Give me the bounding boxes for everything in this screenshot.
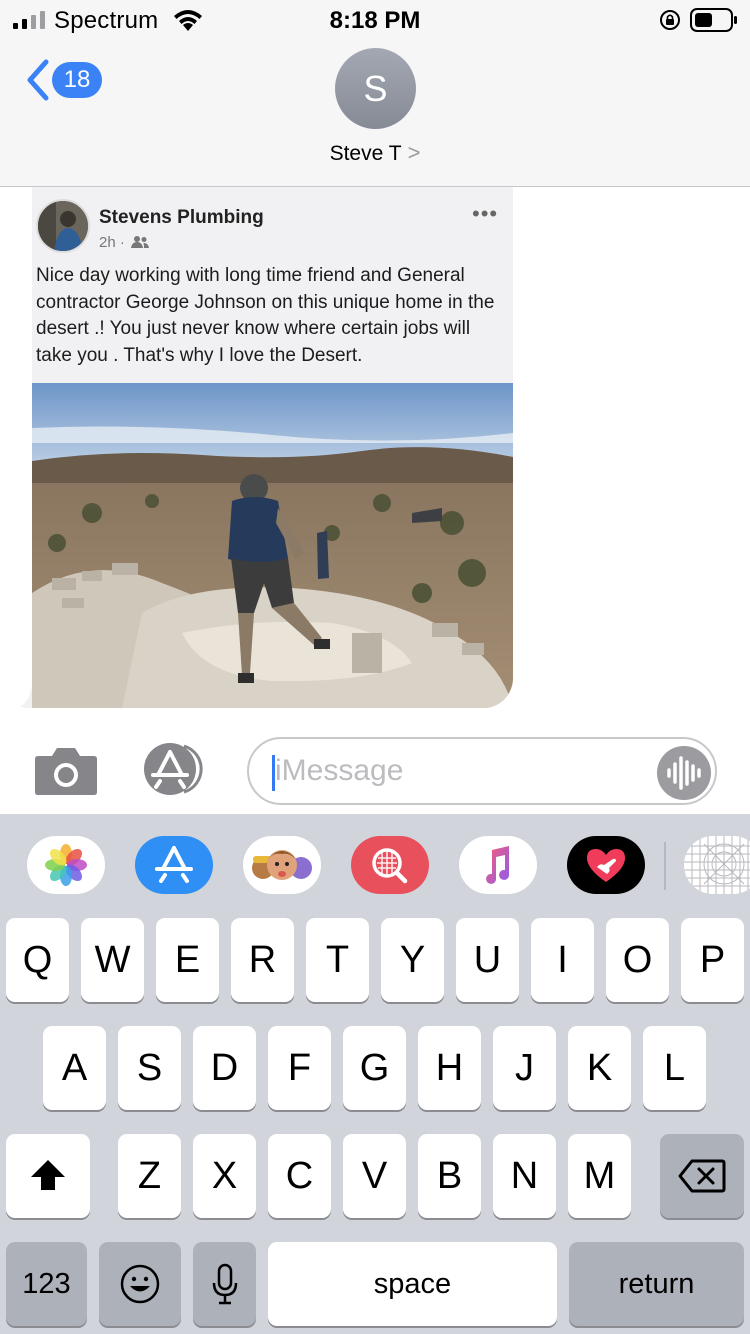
chevron-right-icon: > — [407, 140, 421, 165]
key-k[interactable]: K — [568, 1026, 631, 1110]
key-e[interactable]: E — [156, 918, 219, 1002]
return-key[interactable]: return — [569, 1242, 744, 1326]
emoji-key[interactable] — [99, 1242, 181, 1326]
compose-bar: iMessage — [0, 720, 750, 814]
key-l[interactable]: L — [643, 1026, 706, 1110]
camera-icon[interactable] — [34, 746, 98, 796]
post-photo[interactable] — [32, 383, 513, 708]
dictation-key[interactable] — [193, 1242, 256, 1326]
chevron-left-icon — [27, 59, 49, 101]
post-time: 2h · — [99, 234, 125, 251]
memoji-app-icon[interactable] — [243, 836, 321, 894]
key-c[interactable]: C — [268, 1134, 331, 1218]
backspace-icon — [678, 1159, 726, 1193]
shift-arrow-icon — [31, 1160, 65, 1190]
key-j[interactable]: J — [493, 1026, 556, 1110]
digital-touch-app-icon[interactable] — [567, 836, 645, 894]
author-photo — [38, 201, 88, 251]
key-q[interactable]: Q — [6, 918, 69, 1002]
key-u[interactable]: U — [456, 918, 519, 1002]
audio-record-button[interactable] — [657, 746, 711, 800]
app-store-app-icon[interactable] — [135, 836, 213, 894]
key-r[interactable]: R — [231, 918, 294, 1002]
emoji-smiley-icon — [120, 1264, 160, 1304]
status-bar: Spectrum 8:18 PM — [0, 0, 750, 40]
contact-avatar[interactable]: S — [335, 48, 416, 129]
key-x[interactable]: X — [193, 1134, 256, 1218]
key-o[interactable]: O — [606, 918, 669, 1002]
key-y[interactable]: Y — [381, 918, 444, 1002]
more-apps-icon[interactable] — [684, 836, 750, 894]
key-z[interactable]: Z — [118, 1134, 181, 1218]
photos-app-icon[interactable] — [27, 836, 105, 894]
post-timestamp: 2h · — [99, 234, 150, 251]
key-n[interactable]: N — [493, 1134, 556, 1218]
post-text: Nice day working with long time friend a… — [36, 265, 495, 366]
key-b[interactable]: B — [418, 1134, 481, 1218]
numbers-key[interactable]: 123 — [6, 1242, 87, 1326]
contact-name: Steve T — [329, 142, 402, 165]
music-app-icon[interactable] — [459, 836, 537, 894]
keyboard: Q W E R T Y U I O P A S D F G H J K L Z … — [0, 814, 750, 1334]
key-v[interactable]: V — [343, 1134, 406, 1218]
key-p[interactable]: P — [681, 918, 744, 1002]
waveform-icon — [667, 756, 701, 790]
status-time: 8:18 PM — [329, 7, 421, 34]
image-search-app-icon[interactable] — [351, 836, 429, 894]
microphone-icon — [212, 1263, 238, 1305]
key-t[interactable]: T — [306, 918, 369, 1002]
imessage-placeholder: iMessage — [275, 754, 404, 787]
delete-key[interactable] — [660, 1134, 744, 1218]
app-strip-divider — [664, 842, 666, 890]
post-author-name[interactable]: Stevens Plumbing — [99, 207, 264, 229]
back-button[interactable]: 18 — [20, 58, 106, 102]
key-g[interactable]: G — [343, 1026, 406, 1110]
key-f[interactable]: F — [268, 1026, 331, 1110]
imessage-input[interactable]: iMessage — [247, 737, 717, 805]
friends-icon — [131, 236, 150, 248]
orientation-lock-icon — [660, 10, 680, 30]
space-key[interactable]: space — [268, 1242, 557, 1326]
key-m[interactable]: M — [568, 1134, 631, 1218]
key-h[interactable]: H — [418, 1026, 481, 1110]
key-w[interactable]: W — [81, 918, 144, 1002]
post-author-avatar — [36, 199, 90, 253]
unread-count-badge: 18 — [52, 62, 102, 98]
more-options-icon[interactable]: ••• — [472, 201, 498, 227]
contact-name-button[interactable]: Steve T > — [0, 140, 750, 166]
app-store-icon[interactable] — [140, 743, 212, 795]
key-a[interactable]: A — [43, 1026, 106, 1110]
key-s[interactable]: S — [118, 1026, 181, 1110]
battery-icon — [690, 8, 737, 32]
shift-key[interactable] — [6, 1134, 90, 1218]
imessage-app-strip — [0, 814, 750, 914]
key-i[interactable]: I — [531, 918, 594, 1002]
key-d[interactable]: D — [193, 1026, 256, 1110]
conversation-header: Spectrum 8:18 PM 18 S Steve T > — [0, 0, 750, 187]
shared-post-bubble[interactable]: Stevens Plumbing 2h · ••• Nice day worki… — [32, 187, 513, 708]
